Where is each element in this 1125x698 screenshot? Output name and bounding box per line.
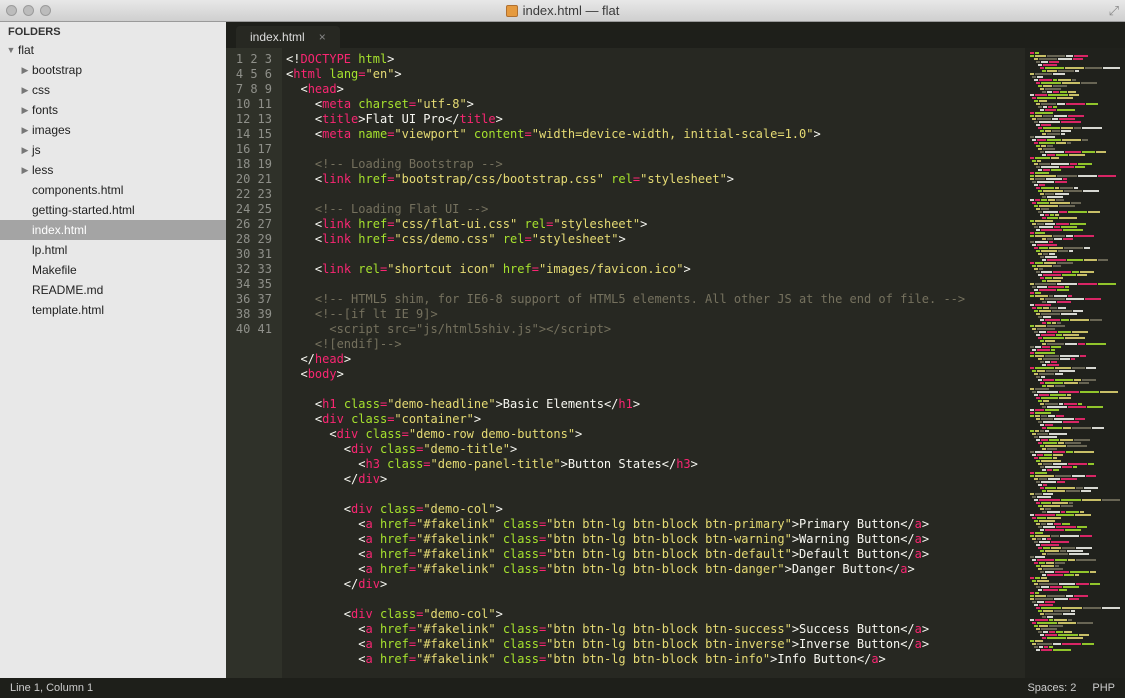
code-area[interactable]: <!DOCTYPE html><html lang="en"> <head> <… (282, 48, 1025, 678)
sidebar-heading: FOLDERS (0, 22, 226, 40)
file-icon (506, 5, 518, 17)
file-Makefile[interactable]: Makefile (0, 260, 226, 280)
status-spaces[interactable]: Spaces: 2 (1027, 682, 1076, 694)
titlebar: index.html — flat ⤢ (0, 0, 1125, 22)
minimap[interactable] (1025, 48, 1125, 678)
editor-area: index.html × 1 2 3 4 5 6 7 8 9 10 11 12 … (226, 22, 1125, 678)
file-lp-html[interactable]: lp.html (0, 240, 226, 260)
sidebar: FOLDERS ▼flat▶bootstrap▶css▶fonts▶images… (0, 22, 226, 678)
tab-strip: index.html × (226, 22, 1125, 48)
close-tab-icon[interactable]: × (319, 30, 326, 44)
tab-label: index.html (250, 30, 305, 44)
line-gutter[interactable]: 1 2 3 4 5 6 7 8 9 10 11 12 13 14 15 16 1… (226, 48, 282, 678)
status-cursor[interactable]: Line 1, Column 1 (10, 682, 93, 694)
folder-tree[interactable]: ▼flat▶bootstrap▶css▶fonts▶images▶js▶less… (0, 40, 226, 678)
folder-fonts[interactable]: ▶fonts (0, 100, 226, 120)
status-bar: Line 1, Column 1 Spaces: 2 PHP (0, 678, 1125, 698)
folder-js[interactable]: ▶js (0, 140, 226, 160)
file-getting-started-html[interactable]: getting-started.html (0, 200, 226, 220)
folder-css[interactable]: ▶css (0, 80, 226, 100)
file-index-html[interactable]: index.html (0, 220, 226, 240)
expand-icon[interactable]: ⤢ (1109, 3, 1119, 19)
window-title: index.html — flat (0, 3, 1125, 18)
folder-flat[interactable]: ▼flat (0, 40, 226, 60)
folder-bootstrap[interactable]: ▶bootstrap (0, 60, 226, 80)
file-README-md[interactable]: README.md (0, 280, 226, 300)
file-components-html[interactable]: components.html (0, 180, 226, 200)
file-template-html[interactable]: template.html (0, 300, 226, 320)
folder-less[interactable]: ▶less (0, 160, 226, 180)
folder-images[interactable]: ▶images (0, 120, 226, 140)
window-title-text: index.html — flat (523, 3, 620, 18)
tab-index-html[interactable]: index.html × (236, 26, 340, 48)
status-syntax[interactable]: PHP (1092, 682, 1115, 694)
